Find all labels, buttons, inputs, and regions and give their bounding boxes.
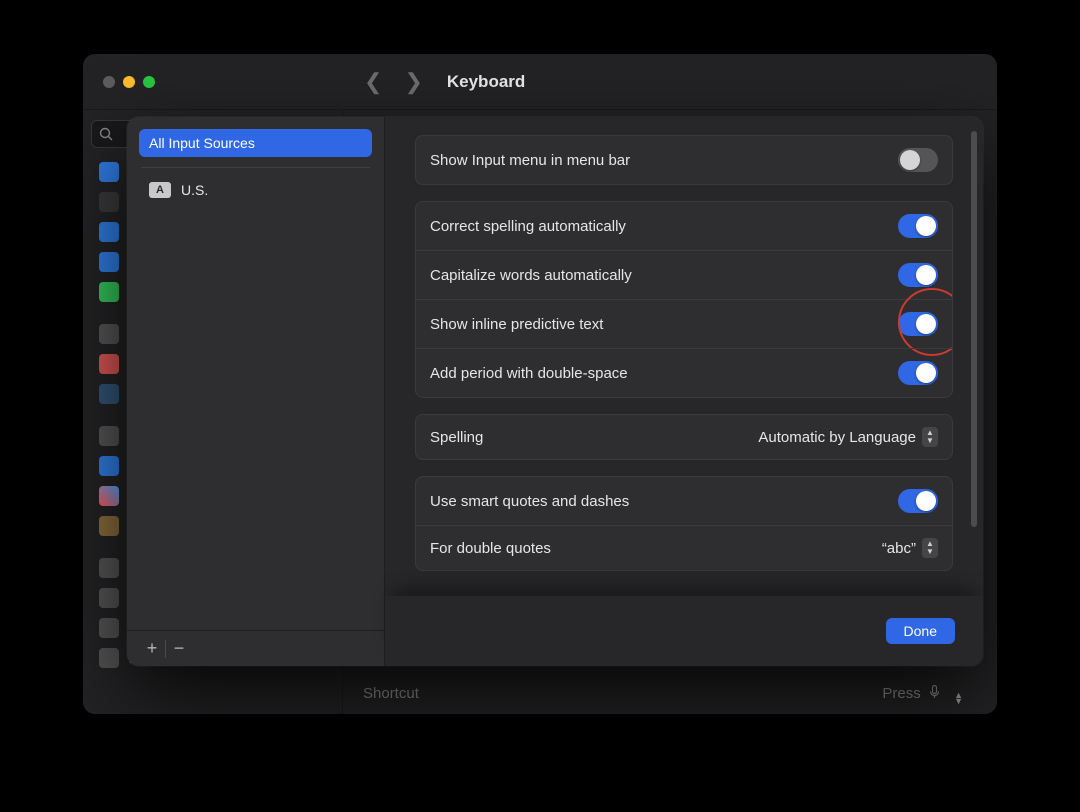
all-input-sources-label: All Input Sources: [149, 135, 255, 151]
row-label: Spelling: [430, 429, 483, 446]
input-sources-sheet: All Input Sources A U.S. + − Show Input …: [127, 117, 983, 666]
nav-forward-button[interactable]: ❯: [398, 65, 428, 99]
row-label: Correct spelling automatically: [430, 218, 626, 235]
nav-back-button[interactable]: ❮: [358, 65, 388, 99]
settings-row: Show Input menu in menu bar: [416, 136, 952, 184]
row-label: Use smart quotes and dashes: [430, 493, 629, 510]
chevron-updown-icon: ▲▼: [922, 427, 938, 447]
settings-group: Correct spelling automatically Capitalize…: [415, 201, 953, 398]
toggle-switch[interactable]: [898, 263, 938, 287]
source-label: U.S.: [181, 182, 208, 198]
printer-icon: [99, 648, 119, 668]
settings-group: Spelling Automatic by Language ▲▼: [415, 414, 953, 460]
close-button[interactable]: [103, 76, 115, 88]
settings-row: Add period with double-space: [416, 348, 952, 397]
sheet-sidebar-footer: + −: [127, 630, 384, 666]
row-label: Show Input menu in menu bar: [430, 152, 630, 169]
select-value: “abc”: [882, 540, 916, 557]
toggle-switch[interactable]: [898, 489, 938, 513]
settings-row: Capitalize words automatically: [416, 250, 952, 299]
shortcut-value[interactable]: Press ▲▼: [882, 685, 963, 704]
minimize-button[interactable]: [123, 76, 135, 88]
row-label: Add period with double-space: [430, 365, 628, 382]
toggle-switch[interactable]: [898, 148, 938, 172]
toggle-switch[interactable]: [898, 361, 938, 385]
row-label: Show inline predictive text: [430, 316, 603, 333]
settings-group: Show Input menu in menu bar: [415, 135, 953, 185]
sheet-content: Show Input menu in menu bar Correct spell…: [385, 117, 983, 666]
add-source-button[interactable]: +: [139, 638, 165, 659]
settings-row: Correct spelling automatically: [416, 202, 952, 250]
zoom-button[interactable]: [143, 76, 155, 88]
chevron-updown-icon: ▲▼: [954, 692, 963, 704]
sheet-sidebar: All Input Sources A U.S. + −: [127, 117, 385, 666]
header-nav: ❮ ❯ Keyboard: [358, 54, 525, 110]
toggle-switch[interactable]: [898, 312, 938, 336]
remove-source-button[interactable]: −: [166, 638, 192, 659]
done-button[interactable]: Done: [886, 618, 955, 644]
select-control[interactable]: “abc” ▲▼: [882, 538, 938, 558]
settings-row: For double quotes “abc” ▲▼: [416, 525, 952, 570]
settings-row: Show inline predictive text: [416, 299, 952, 348]
settings-row: Use smart quotes and dashes: [416, 477, 952, 525]
scrollbar-thumb[interactable]: [971, 131, 977, 527]
settings-row: Spelling Automatic by Language ▲▼: [416, 415, 952, 459]
chevron-updown-icon: ▲▼: [922, 538, 938, 558]
toggle-switch[interactable]: [898, 214, 938, 238]
microphone-icon: [929, 685, 940, 703]
row-label: Capitalize words automatically: [430, 267, 632, 284]
shortcut-row: Shortcut Press ▲▼: [363, 685, 963, 704]
window-header: ❮ ❯ Keyboard: [83, 54, 997, 110]
sheet-footer: Done: [385, 596, 983, 666]
settings-group: Use smart quotes and dashes For double qu…: [415, 476, 953, 571]
page-title: Keyboard: [447, 72, 525, 92]
select-value: Automatic by Language: [758, 429, 916, 446]
search-icon: [98, 126, 114, 142]
all-input-sources-item[interactable]: All Input Sources: [139, 129, 372, 157]
done-label: Done: [904, 623, 937, 639]
input-source-item[interactable]: A U.S.: [139, 176, 372, 204]
divider: [141, 167, 370, 168]
source-badge: A: [149, 182, 171, 198]
row-label: For double quotes: [430, 540, 551, 557]
select-control[interactable]: Automatic by Language ▲▼: [758, 427, 938, 447]
shortcut-label: Shortcut: [363, 685, 419, 704]
traffic-lights: [103, 76, 155, 88]
